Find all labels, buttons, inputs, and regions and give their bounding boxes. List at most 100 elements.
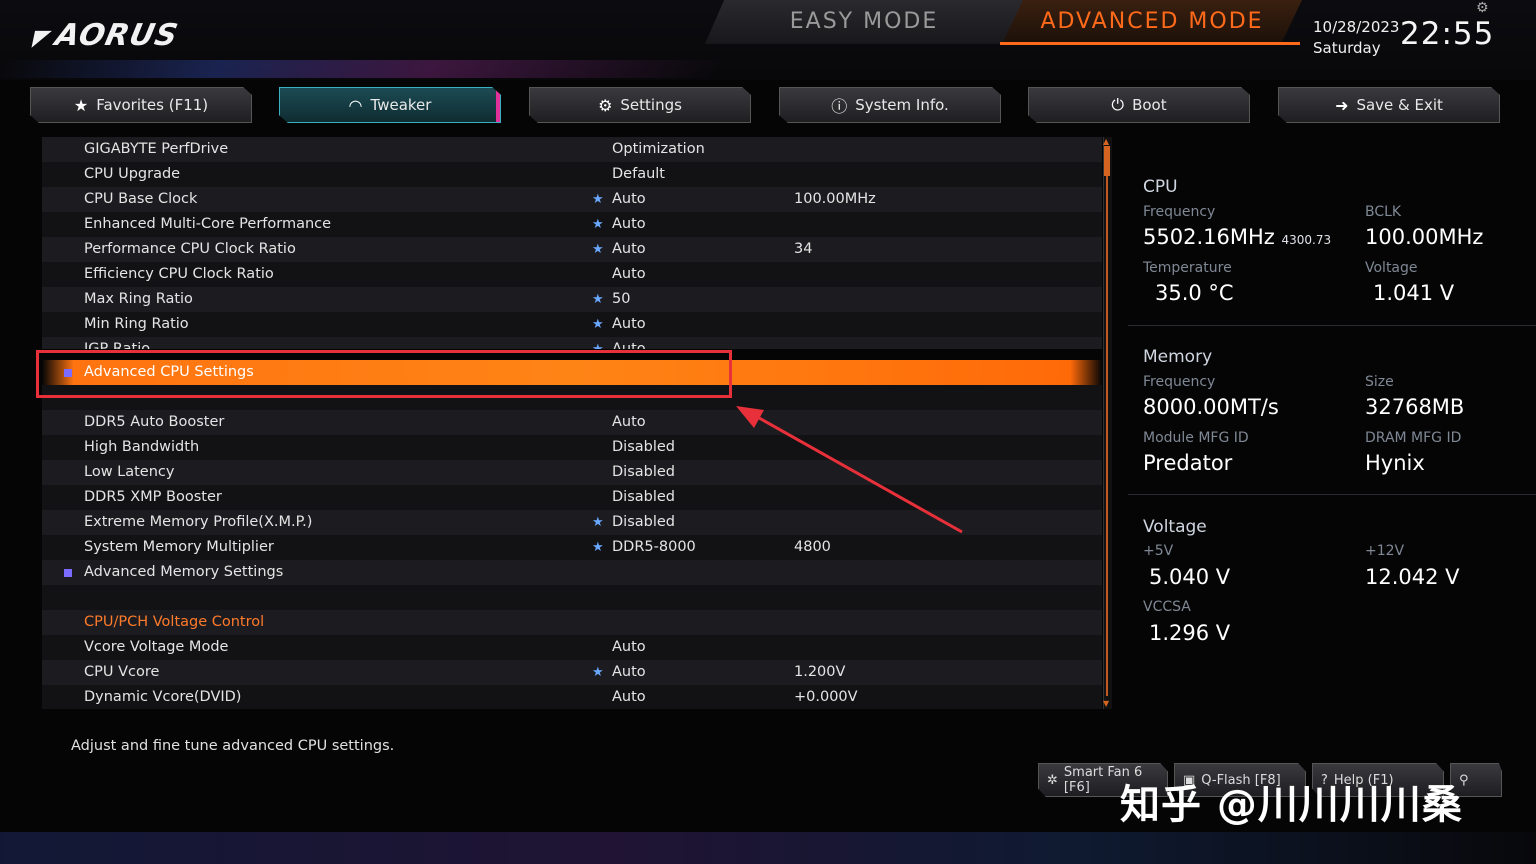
setting-value[interactable]: Auto (612, 685, 646, 709)
setting-row[interactable]: Efficiency CPU Clock Ratio Auto (42, 262, 1102, 287)
setting-row[interactable]: Vcore Voltage Mode Auto (42, 635, 1102, 660)
setting-label: DDR5 XMP Booster (84, 489, 222, 505)
setting-row[interactable]: Min Ring Ratio ★ Auto (42, 312, 1102, 337)
setting-label: Low Latency (84, 464, 175, 480)
cpu-frequency-value: 5502.16MHz 4300.73 (1143, 225, 1331, 249)
setting-label: GIGABYTE PerfDrive (84, 141, 229, 157)
setting-value[interactable]: Auto (612, 337, 646, 349)
advanced-mode-button[interactable]: ADVANCED MODE (1002, 0, 1302, 44)
setting-label: CPU Vcore (84, 664, 160, 680)
module-mfg-value: Predator (1143, 451, 1233, 475)
cpu-temperature-label: Temperature (1143, 260, 1232, 276)
gear-icon: ⚙ (598, 95, 613, 115)
setting-value[interactable]: Disabled (612, 510, 675, 535)
tab-boot[interactable]: ⏻ Boot (1028, 87, 1250, 123)
setting-value[interactable]: Auto (612, 262, 646, 287)
favorite-star-icon[interactable]: ★ (592, 510, 604, 535)
setting-row[interactable]: Dynamic Vcore(DVID) Auto +0.000V (42, 685, 1102, 709)
scroll-down-icon[interactable]: ▼ (1103, 699, 1109, 708)
date-text: 10/28/2023 (1313, 18, 1400, 36)
favorite-star-icon[interactable]: ★ (592, 212, 604, 237)
setting-value[interactable]: Disabled (612, 485, 675, 510)
cpu-voltage-label: Voltage (1365, 260, 1418, 276)
tab-settings[interactable]: ⚙ Settings (529, 87, 751, 123)
info-icon: ⓘ (831, 97, 848, 116)
favorite-star-icon[interactable]: ★ (592, 187, 604, 212)
tab-system-info[interactable]: ⓘ System Info. (779, 87, 1001, 123)
setting-value[interactable]: Auto (612, 187, 646, 212)
top-header: ◤AORUS EASY MODE ADVANCED MODE 10/28/202… (0, 0, 1536, 80)
favorite-star-icon[interactable]: ★ (592, 660, 604, 685)
voltage-section-title: Voltage (1143, 517, 1207, 537)
setting-value[interactable]: DDR5-8000 (612, 535, 696, 560)
favorite-star-icon[interactable]: ★ (592, 337, 604, 349)
setting-label: Extreme Memory Profile(X.M.P.) (84, 514, 313, 530)
tab-save-exit[interactable]: ➜ Save & Exit (1278, 87, 1500, 123)
settings-gear-icon[interactable]: ⚙ (1476, 0, 1489, 16)
setting-row[interactable]: GIGABYTE PerfDrive Optimization (42, 137, 1102, 162)
setting-value[interactable]: Auto (612, 635, 646, 660)
aorus-logo: ◤AORUS (30, 18, 182, 53)
setting-row[interactable]: Max Ring Ratio ★ 50 (42, 287, 1102, 312)
setting-value[interactable]: Disabled (612, 435, 675, 460)
annotation-highlight-box (36, 350, 732, 398)
setting-label: CPU Base Clock (84, 191, 198, 207)
setting-value[interactable]: Optimization (612, 137, 705, 162)
cpu-frequency-sub: 4300.73 (1281, 233, 1332, 247)
gauge-icon: ◠ (348, 95, 363, 115)
setting-value[interactable]: Auto (612, 410, 646, 435)
spacer-row (42, 585, 1102, 610)
favorite-star-icon[interactable]: ★ (592, 287, 604, 312)
v5-label: +5V (1143, 543, 1174, 559)
help-description: Adjust and fine tune advanced CPU settin… (71, 738, 395, 754)
setting-row[interactable]: CPU Vcore ★ Auto 1.200V (42, 660, 1102, 685)
setting-label: Performance CPU Clock Ratio (84, 241, 296, 257)
panel-divider (1128, 325, 1536, 326)
cpu-section-title: CPU (1143, 177, 1178, 197)
setting-value[interactable]: Disabled (612, 460, 675, 485)
exit-icon: ➜ (1335, 95, 1349, 115)
memory-frequency-value: 8000.00MT/s (1143, 395, 1279, 419)
aorus-wing-icon: ◤ (30, 26, 54, 51)
setting-label: IGP Ratio (84, 341, 151, 349)
setting-label: High Bandwidth (84, 439, 200, 455)
cpu-frequency-text: 5502.16MHz (1143, 225, 1275, 249)
tab-label: System Info. (855, 96, 949, 114)
scroll-up-icon[interactable]: ▲ (1103, 137, 1109, 146)
annotation-arrow-icon (736, 406, 963, 534)
vccsa-label: VCCSA (1143, 599, 1191, 615)
favorite-star-icon[interactable]: ★ (592, 312, 604, 337)
memory-section-title: Memory (1143, 347, 1213, 367)
setting-row[interactable]: Advanced Memory Settings (42, 560, 1102, 585)
scrollbar-thumb[interactable] (1104, 146, 1110, 176)
v12-label: +12V (1365, 543, 1405, 559)
bclk-value: 100.00MHz (1365, 225, 1484, 249)
setting-row[interactable]: CPU Upgrade Default (42, 162, 1102, 187)
tab-favorites[interactable]: ★ Favorites (F11) (30, 87, 252, 123)
setting-value[interactable]: Auto (612, 660, 646, 685)
setting-value[interactable]: 50 (612, 287, 630, 312)
setting-value[interactable]: Auto (612, 312, 646, 337)
easy-mode-button[interactable]: EASY MODE (705, 0, 1023, 44)
setting-row[interactable]: CPU Base Clock ★ Auto 100.00MHz (42, 187, 1102, 212)
v5-value: 5.040 V (1149, 565, 1231, 589)
star-box-icon: ★ (73, 95, 89, 115)
setting-value[interactable]: Default (612, 162, 665, 187)
setting-row[interactable]: Performance CPU Clock Ratio ★ Auto 34 (42, 237, 1102, 262)
setting-current-value: 100.00MHz (794, 191, 876, 207)
setting-label: CPU Upgrade (84, 166, 181, 182)
setting-label: Efficiency CPU Clock Ratio (84, 266, 274, 282)
setting-value[interactable]: Auto (612, 212, 646, 237)
section-title: CPU/PCH Voltage Control (84, 614, 265, 630)
setting-row[interactable]: IGP Ratio ★ Auto (42, 337, 1102, 349)
setting-label: Vcore Voltage Mode (84, 639, 229, 655)
tab-label: Favorites (F11) (96, 96, 209, 114)
dram-mfg-value: Hynix (1365, 451, 1425, 475)
favorite-star-icon[interactable]: ★ (592, 237, 604, 262)
setting-value[interactable]: Auto (612, 237, 646, 262)
tab-tweaker[interactable]: ◠ Tweaker (279, 87, 501, 123)
scrollbar-rail (1106, 176, 1108, 696)
setting-row[interactable]: Enhanced Multi-Core Performance ★ Auto (42, 212, 1102, 237)
favorite-star-icon[interactable]: ★ (592, 535, 604, 560)
cpu-frequency-label: Frequency (1143, 204, 1216, 220)
